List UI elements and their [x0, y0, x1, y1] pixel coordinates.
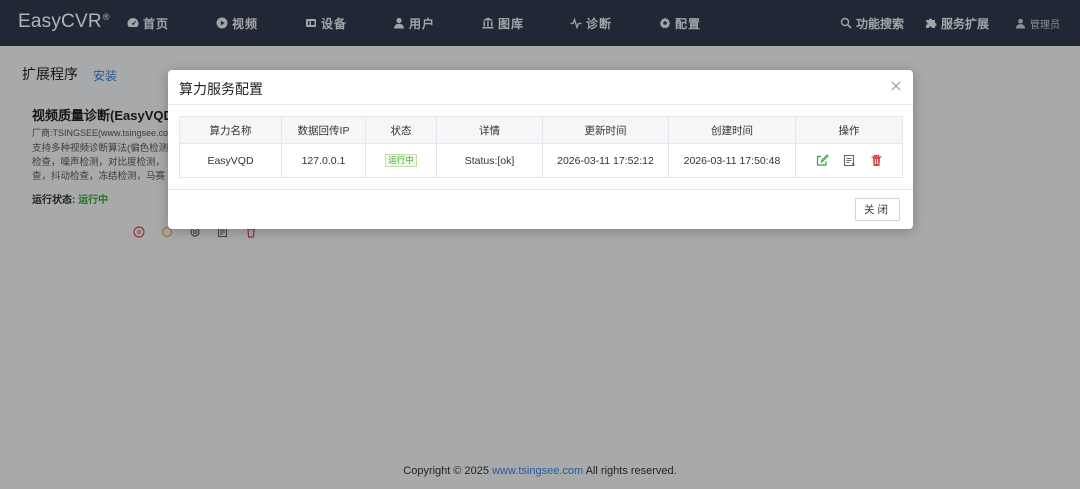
- row-actions: [796, 154, 902, 167]
- table-row: EasyVQD 127.0.0.1 运行中 Status:[ok] 2026-0…: [179, 143, 903, 178]
- view-log-button[interactable]: [843, 154, 856, 167]
- table-header-row: 算力名称 数据回传IP 状态 详情 更新时间 创建时间 操作: [179, 116, 903, 144]
- edit-button[interactable]: [816, 154, 829, 167]
- column-header: 数据回传IP: [281, 116, 366, 144]
- dialog-footer: 关闭: [168, 189, 913, 229]
- cell-detail: Status:[ok]: [436, 143, 543, 178]
- column-header: 创建时间: [668, 116, 796, 144]
- column-header: 状态: [365, 116, 437, 144]
- cell-name: EasyVQD: [179, 143, 282, 178]
- delete-row-button[interactable]: [870, 154, 883, 167]
- cell-created: 2026-03-11 17:50:48: [668, 143, 796, 178]
- dialog-header: 算力服务配置: [168, 70, 913, 105]
- trash-icon: [871, 154, 881, 166]
- cell-actions: [795, 143, 903, 178]
- close-button[interactable]: 关闭: [855, 198, 900, 221]
- dialog-title: 算力服务配置: [179, 81, 263, 97]
- column-header: 更新时间: [542, 116, 669, 144]
- cell-status: 运行中: [365, 143, 437, 178]
- column-header: 操作: [795, 116, 903, 144]
- status-badge: 运行中: [385, 154, 417, 167]
- document-icon: [843, 154, 855, 167]
- dialog-close-button[interactable]: [890, 80, 902, 92]
- edit-icon: [816, 154, 829, 166]
- cell-ip: 127.0.0.1: [281, 143, 366, 178]
- cell-updated: 2026-03-11 17:52:12: [542, 143, 669, 178]
- compute-service-config-dialog: 算力服务配置 算力名称 数据回传IP 状态 详情 更新时间 创建时间 操作 Ea…: [168, 70, 913, 229]
- column-header: 详情: [436, 116, 543, 144]
- close-icon: [891, 81, 901, 91]
- column-header: 算力名称: [179, 116, 282, 144]
- compute-service-table: 算力名称 数据回传IP 状态 详情 更新时间 创建时间 操作 EasyVQD 1…: [179, 116, 903, 178]
